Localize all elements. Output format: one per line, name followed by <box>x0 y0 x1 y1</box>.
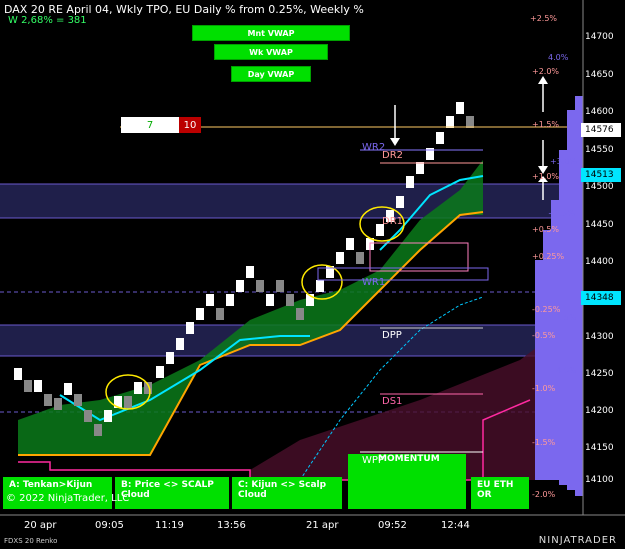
ninjatrader-logo: NINJATRADER <box>538 535 617 546</box>
pct-label: +0.5% <box>532 225 560 234</box>
price-label: 14700 <box>585 32 614 42</box>
eu-eth-or-button[interactable]: EU ETH OR <box>471 477 529 509</box>
price-label: 14100 <box>585 475 614 485</box>
pct-label: 1.5% <box>556 313 577 322</box>
copyright-text: © 2022 NinjaTrader, LLC <box>6 493 130 504</box>
day-vwap-button[interactable]: Day VWAP <box>231 66 311 82</box>
pct-label: +1.0% <box>532 172 560 181</box>
price-scalp-cloud-button[interactable]: B: Price <> SCALP Cloud <box>115 477 229 509</box>
time-label: 09:05 <box>95 520 124 531</box>
time-label: 11:19 <box>155 520 184 531</box>
pct-label: +2.5% <box>530 14 558 23</box>
time-label: 09:52 <box>378 520 407 531</box>
price-chart <box>0 0 625 516</box>
price-label: 14500 <box>585 182 614 192</box>
kijun-scalp-cloud-button[interactable]: C: Kijun <> Scalp Cloud <box>232 477 342 509</box>
pct-label: +1.5% <box>532 120 560 129</box>
pct-label: +2.5% <box>548 209 576 218</box>
current-price-badge: 14576 <box>581 123 621 137</box>
tpo-profile <box>535 96 583 496</box>
price-label: 14250 <box>585 369 614 379</box>
price-label: 14400 <box>585 257 614 267</box>
pct-label: -2.0% <box>532 490 556 499</box>
price-label: 14650 <box>585 70 614 80</box>
pct-label: 4.0% <box>556 366 577 375</box>
instrument-label: FDXS 20 Renko <box>4 537 58 545</box>
time-label: 21 apr <box>306 520 339 531</box>
price-label: 14550 <box>585 145 614 155</box>
chart-window: { "header": { "title": "DAX 20 RE April … <box>0 0 625 549</box>
time-label: 12:44 <box>441 520 470 531</box>
pct-label: +3.0% <box>550 157 578 166</box>
price-label: 14150 <box>585 443 614 453</box>
renko-bricks <box>14 102 474 436</box>
pct-label: +2.0% <box>532 67 560 76</box>
price-label: 14450 <box>585 220 614 230</box>
price-label: 14600 <box>585 107 614 117</box>
dashed-price-badge: 14348 <box>581 291 621 305</box>
pct-label: -1.5% <box>532 438 556 447</box>
pct-label: -1.0% <box>532 384 556 393</box>
level-wpp: WPP <box>362 455 384 466</box>
long-count: 7 <box>121 117 179 133</box>
short-count: 10 <box>179 117 201 133</box>
price-label: 14300 <box>585 332 614 342</box>
level-dr1: DR1 <box>382 216 404 227</box>
level-dr2: DR2 <box>382 150 404 161</box>
time-label: 20 apr <box>24 520 57 531</box>
level-dpp: DPP <box>382 330 402 341</box>
time-label: 13:56 <box>217 520 246 531</box>
level-ds1: DS1 <box>382 396 403 407</box>
weekly-band-upper <box>0 184 583 218</box>
pct-label: -0.5% <box>532 331 556 340</box>
month-vwap-button[interactable]: Mnt VWAP <box>192 25 350 41</box>
pct-label: +0.25% <box>532 252 565 261</box>
price-label: 14200 <box>585 406 614 416</box>
level-wr1: WR1 <box>362 277 386 288</box>
week-vwap-button[interactable]: Wk VWAP <box>214 44 328 60</box>
pct-label: 4.0% <box>548 53 569 62</box>
tenkan-price-badge: 14513 <box>581 168 621 182</box>
